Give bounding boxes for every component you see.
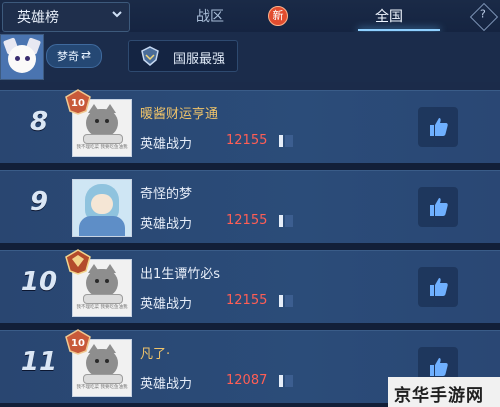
bowl-image xyxy=(83,294,123,304)
avatar-face xyxy=(8,45,36,73)
avatar-face xyxy=(91,194,113,214)
flag-icon xyxy=(279,135,293,147)
bowl-image xyxy=(83,134,123,144)
avatar-eye xyxy=(25,56,30,61)
hero-avatar[interactable] xyxy=(0,34,44,80)
avatar-caption: 我不理吃菜 我要吃鱼油我 xyxy=(76,145,128,150)
hero-switch-button[interactable]: 梦奇 ⇄ xyxy=(46,44,102,68)
like-button[interactable] xyxy=(418,107,458,147)
like-button[interactable] xyxy=(418,187,458,227)
flag-icon xyxy=(279,295,293,307)
rank-badge-icon: 10 xyxy=(65,329,91,355)
rank-number: 9 xyxy=(29,187,49,217)
list-type-dropdown[interactable]: 英雄榜 xyxy=(2,2,130,32)
avatar-caption: 我不理吃菜 我要吃鱼油我 xyxy=(76,385,128,390)
power-label: 英雄战力 xyxy=(140,137,193,152)
help-icon[interactable]: ? xyxy=(469,2,499,32)
watermark-text: 京华手游网 xyxy=(394,386,484,406)
region-scope-chip[interactable]: 国服最强 xyxy=(128,40,238,72)
rank-badge-level: 10 xyxy=(71,98,85,109)
bowl-image xyxy=(83,374,123,384)
like-button[interactable] xyxy=(418,267,458,307)
avatar-eye xyxy=(15,56,20,61)
dropdown-label: 英雄榜 xyxy=(17,10,59,26)
power-label: 英雄战力 xyxy=(140,217,193,232)
region-label: 国服最强 xyxy=(173,52,226,67)
thumbs-up-icon xyxy=(430,358,448,376)
rank-badge-level: 10 xyxy=(71,338,85,349)
hero-name-label: 梦奇 xyxy=(57,50,79,63)
rank-number: 8 xyxy=(29,107,49,137)
tab-national[interactable]: 全国 xyxy=(320,0,470,32)
rank-badge-icon: 10 xyxy=(65,89,91,115)
thumbs-up-icon xyxy=(430,118,448,136)
player-name: 出1生谭竹必s xyxy=(140,267,221,282)
top-bar: 英雄榜 战区 新 全国 ? xyxy=(0,0,500,32)
player-name: 凡了· xyxy=(140,347,171,362)
player-name: 奇怪的梦 xyxy=(140,187,193,202)
power-value: 12155 xyxy=(226,133,268,148)
flag-icon xyxy=(279,215,293,227)
player-name: 暖酱财运亨通 xyxy=(140,107,219,122)
rank-number: 11 xyxy=(20,347,58,377)
swap-icon: ⇄ xyxy=(81,48,92,62)
avatar-caption: 我不理吃菜 我要吃鱼油我 xyxy=(76,305,128,310)
tab-national-label: 全国 xyxy=(375,9,403,25)
leaderboard-row[interactable]: 10 我不理吃菜 我要吃鱼油我 出1生谭竹必s 英雄战力 12155 xyxy=(0,249,500,323)
chevron-down-icon xyxy=(109,8,125,24)
leaderboard-row[interactable]: 9 奇怪的梦 英雄战力 12155 xyxy=(0,170,500,243)
leaderboard-list: 8 我不理吃菜 我要吃鱼油我 10 暖酱财运亨通 英雄战力 12155 9 奇怪… xyxy=(0,89,500,407)
avatar-body xyxy=(79,216,125,236)
player-avatar[interactable] xyxy=(72,179,132,237)
rank-number: 10 xyxy=(20,267,58,297)
help-glyph: ? xyxy=(479,7,486,21)
rank-badge-icon xyxy=(65,249,91,275)
power-label: 英雄战力 xyxy=(140,377,193,392)
new-badge: 新 xyxy=(268,6,288,26)
thumbs-up-icon xyxy=(430,278,448,296)
thumbs-up-icon xyxy=(430,198,448,216)
power-value: 12155 xyxy=(226,213,268,228)
power-value: 12087 xyxy=(226,373,268,388)
flag-icon xyxy=(279,375,293,387)
watermark: 京华手游网 xyxy=(388,377,500,407)
power-value: 12155 xyxy=(226,293,268,308)
shield-icon xyxy=(141,46,159,66)
active-tab-underline xyxy=(358,29,440,31)
tab-region-label: 战区 xyxy=(196,9,224,25)
power-label: 英雄战力 xyxy=(140,297,193,312)
leaderboard-row[interactable]: 8 我不理吃菜 我要吃鱼油我 10 暖酱财运亨通 英雄战力 12155 xyxy=(0,89,500,163)
